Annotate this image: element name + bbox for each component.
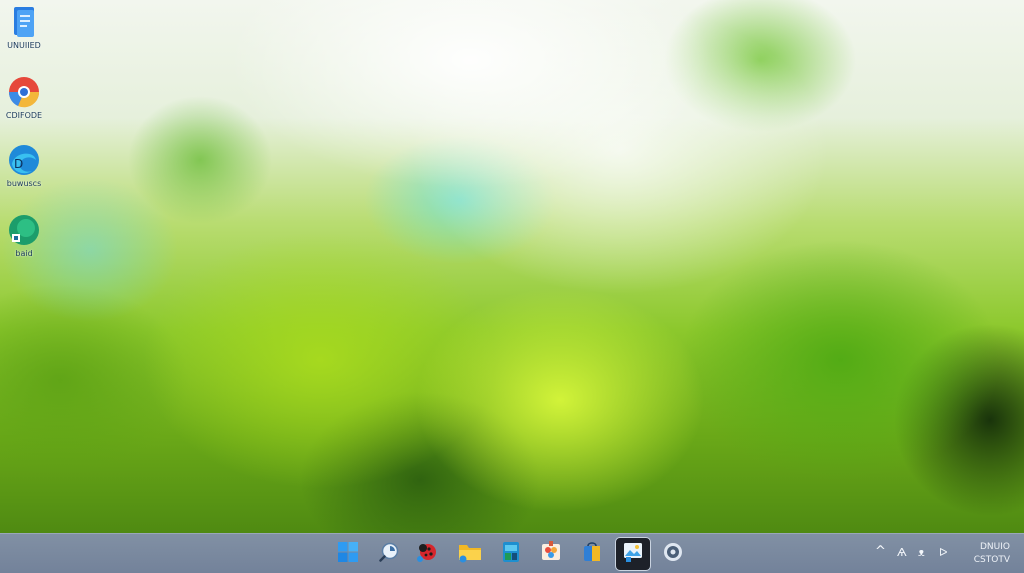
taskbar-app-photos[interactable] (615, 537, 651, 571)
svg-text:D: D (14, 157, 23, 171)
clock-date: CSTOTV (973, 555, 1010, 565)
app-circle-red-icon (8, 76, 40, 108)
start-button[interactable] (332, 538, 364, 570)
windows-logo-icon (337, 541, 359, 567)
document-blue-icon (11, 6, 37, 38)
search-icon (378, 541, 400, 567)
desktop-icon-label: CDIFODE (5, 111, 43, 120)
file-explorer-button[interactable] (454, 538, 486, 570)
desktop-icon-label: baid (15, 249, 33, 258)
desktop-icon-label: buwuscs (6, 179, 42, 188)
desktop-icon-1[interactable]: UNUIIED (2, 6, 46, 50)
desktop-icon-2[interactable]: CDIFODE (2, 76, 46, 120)
search-button[interactable] (373, 538, 405, 570)
taskbar-app-ladybug[interactable] (411, 538, 443, 570)
desktop-icon-label: UNUIIED (7, 41, 41, 50)
gear-icon (662, 541, 684, 567)
green-circle-app-icon (8, 214, 40, 246)
desktop-wallpaper: UNUIIED CDIFODE D buwuscs baid (0, 0, 1024, 533)
desktop-icon-3[interactable]: D buwuscs (2, 144, 46, 188)
battery-icon[interactable]: ᐅ (939, 546, 947, 559)
network-icon[interactable]: Ѧ (897, 546, 907, 559)
taskbar-app-store[interactable] (495, 538, 527, 570)
taskbar: ^ Ѧ ᴥ ᐅ DNUIO CSTOTV (0, 533, 1024, 573)
photos-icon (621, 540, 645, 568)
bag-icon (580, 540, 604, 568)
volume-icon[interactable]: ᴥ (918, 546, 925, 559)
folder-icon (457, 540, 483, 568)
ladybug-icon (415, 540, 439, 568)
chevron-up-icon[interactable]: ^ (875, 544, 886, 559)
edge-browser-icon: D (8, 144, 40, 176)
desktop-icon-4[interactable]: baid (2, 214, 46, 258)
settings-button[interactable] (657, 538, 689, 570)
taskbar-app-bag[interactable] (576, 538, 608, 570)
store-icon (500, 540, 522, 568)
clock-time: DNUIO (980, 542, 1010, 552)
system-clock[interactable]: DNUIO CSTOTV (974, 541, 1010, 567)
taskbar-app-paint[interactable] (535, 538, 567, 570)
paint-icon (538, 540, 564, 568)
